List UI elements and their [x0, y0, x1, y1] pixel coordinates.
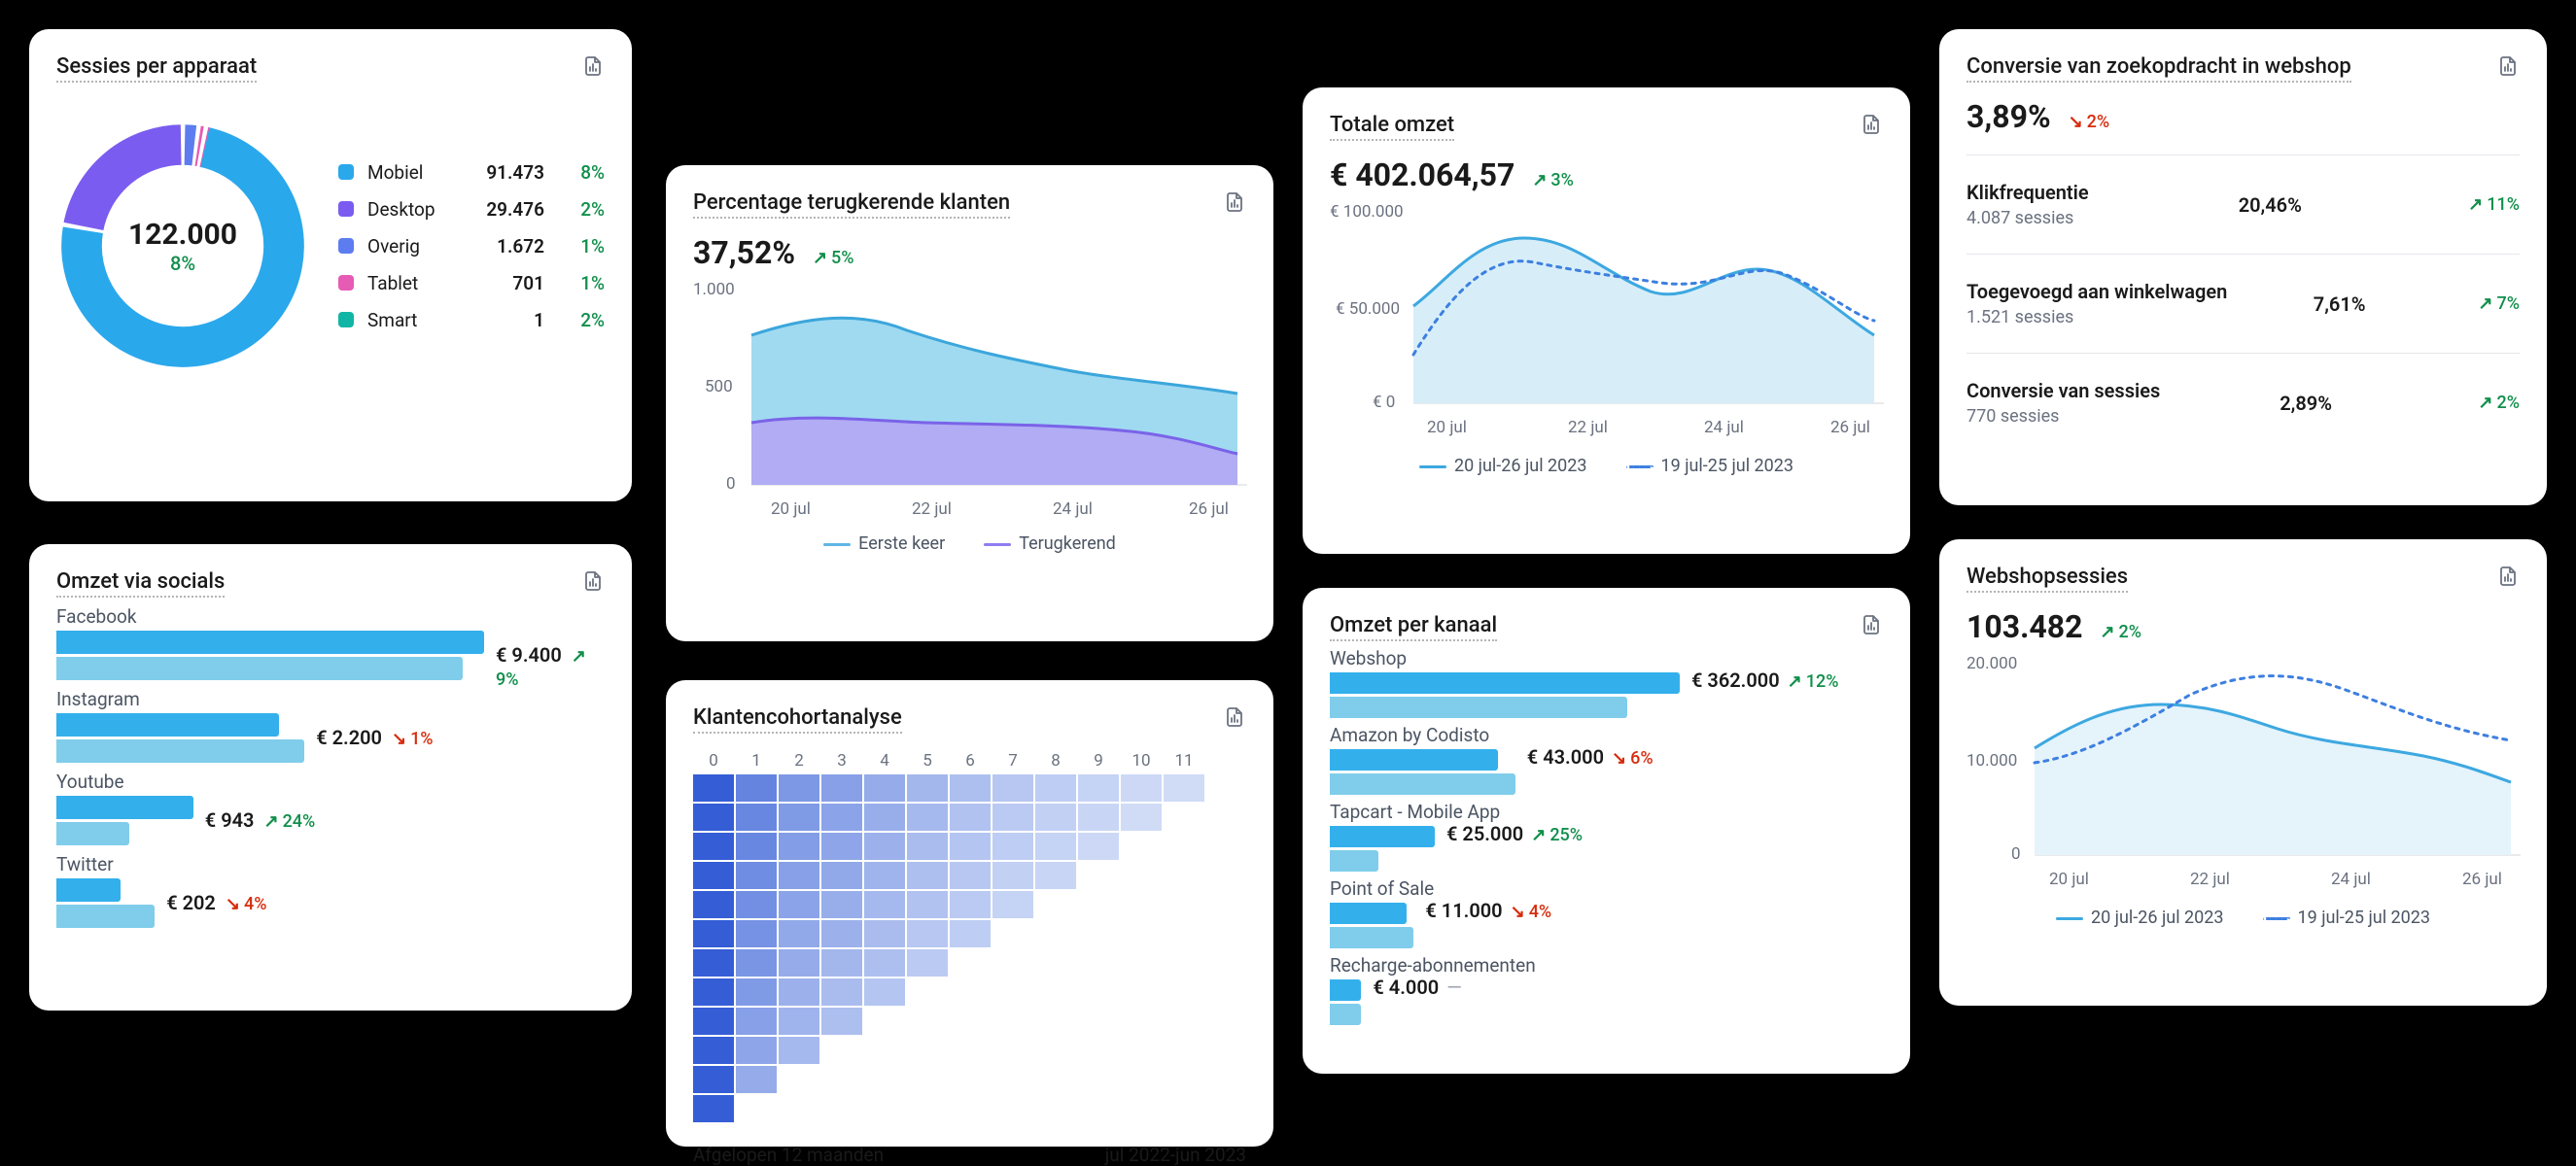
- sessions-delta: ↗2%: [2100, 622, 2141, 642]
- svg-text:24 jul: 24 jul: [1704, 418, 1744, 437]
- svg-text:22 jul: 22 jul: [2190, 870, 2230, 889]
- total-rev-chart: € 100.000 € 50.000 € 0 20 jul 22 jul 24 …: [1330, 199, 1884, 442]
- channel-row: Recharge-abonnementen € 4.000—: [1330, 954, 1883, 1025]
- device-total-pct: 8%: [170, 252, 195, 275]
- searchconv-big: 3,89%: [1967, 98, 2051, 135]
- device-legend-row: Smart 1 2%: [338, 301, 605, 338]
- channel-row: Webshop € 362.000↗12%: [1330, 647, 1883, 718]
- searchconv-rows: Klikfrequentie4.087 sessies 20,46% ↗11%T…: [1967, 154, 2520, 452]
- svg-text:24 jul: 24 jul: [1053, 499, 1093, 519]
- sessions-device-title: Sessies per apparaat: [56, 54, 257, 83]
- card-cohort: Klantencohortanalyse 01234567891011 Afge…: [666, 680, 1273, 1147]
- searchconv-row: Klikfrequentie4.087 sessies 20,46% ↗11%: [1967, 154, 2520, 254]
- svg-text:500: 500: [705, 377, 733, 396]
- sessions-legend: 20 jul-26 jul 2023 19 jul-25 jul 2023: [1967, 908, 2520, 928]
- searchconv-title: Conversie van zoekopdracht in webshop: [1967, 54, 2351, 83]
- card-returning-customers: Percentage terugkerende klanten 37,52% ↗…: [666, 165, 1273, 641]
- total-rev-legend: 20 jul-26 jul 2023 19 jul-25 jul 2023: [1330, 456, 1883, 476]
- returning-chart: 1.000 500 0 20 jul 22 jul 24 jul 26 jul: [693, 277, 1247, 520]
- total-rev-delta: ↗3%: [1532, 170, 1574, 190]
- card-sessions-per-device: Sessies per apparaat: [29, 29, 632, 501]
- socials-row: Facebook € 9.400↗9%: [56, 605, 605, 680]
- device-legend: Mobiel 91.473 8% Desktop 29.476 2% Overi…: [338, 154, 605, 338]
- svg-text:€ 50.000: € 50.000: [1336, 299, 1400, 319]
- svg-text:0: 0: [726, 474, 736, 494]
- svg-text:22 jul: 22 jul: [912, 499, 952, 519]
- cohort-title: Klantencohortanalyse: [693, 705, 902, 734]
- svg-text:20 jul: 20 jul: [2049, 870, 2089, 889]
- device-legend-row: Desktop 29.476 2%: [338, 190, 605, 227]
- svg-text:20 jul: 20 jul: [1427, 418, 1467, 437]
- svg-text:26 jul: 26 jul: [1189, 499, 1229, 519]
- report-icon[interactable]: [581, 569, 605, 593]
- socials-row: Twitter € 202↘4%: [56, 853, 605, 928]
- report-icon[interactable]: [1860, 613, 1883, 636]
- sessions-big: 103.482: [1967, 608, 2082, 645]
- device-total: 122.000: [128, 218, 237, 252]
- report-icon[interactable]: [1860, 113, 1883, 136]
- returning-delta: ↗5%: [813, 248, 854, 268]
- cohort-header: 01234567891011: [693, 751, 1246, 771]
- report-icon[interactable]: [2496, 565, 2520, 588]
- svg-text:22 jul: 22 jul: [1568, 418, 1608, 437]
- cohort-footer-right: jul 2022-jun 2023: [1105, 1144, 1246, 1166]
- returning-big: 37,52%: [693, 234, 795, 271]
- searchconv-delta: ↘2%: [2069, 112, 2110, 132]
- svg-text:24 jul: 24 jul: [2331, 870, 2371, 889]
- card-socials-revenue: Omzet via socials Facebook € 9.400↗9% Ins…: [29, 544, 632, 1011]
- sessions-chart: 20.000 10.000 0 20 jul 22 jul 24 jul 26 …: [1967, 651, 2521, 894]
- report-icon[interactable]: [2496, 54, 2520, 78]
- device-legend-row: Mobiel 91.473 8%: [338, 154, 605, 190]
- card-webshop-sessions: Webshopsessies 103.482 ↗2% 20.000 10.000…: [1939, 539, 2547, 1006]
- total-rev-title: Totale omzet: [1330, 113, 1454, 141]
- device-donut: 122.000 8%: [56, 120, 309, 372]
- channel-title: Omzet per kanaal: [1330, 613, 1497, 641]
- returning-title: Percentage terugkerende klanten: [693, 190, 1010, 219]
- sessions-title: Webshopsessies: [1967, 565, 2128, 593]
- device-legend-row: Overig 1.672 1%: [338, 227, 605, 264]
- cohort-footer-left: Afgelopen 12 maanden: [693, 1144, 884, 1166]
- channel-bars: Webshop € 362.000↗12%Amazon by Codisto €…: [1330, 647, 1883, 1025]
- channel-row: Tapcart - Mobile App € 25.000↗25%: [1330, 801, 1883, 872]
- socials-bars: Facebook € 9.400↗9% Instagram € 2.200↘1% Y…: [56, 605, 605, 928]
- socials-row: Youtube € 943↗24%: [56, 771, 605, 845]
- report-icon[interactable]: [1223, 705, 1246, 729]
- returning-legend: Eerste keer Terugkerend: [693, 533, 1246, 554]
- card-total-revenue: Totale omzet € 402.064,57 ↗3% € 100.000 …: [1303, 87, 1910, 554]
- searchconv-row: Toegevoegd aan winkelwagen1.521 sessies …: [1967, 254, 2520, 353]
- svg-text:20.000: 20.000: [1967, 654, 2017, 673]
- svg-text:1.000: 1.000: [693, 280, 735, 299]
- device-legend-row: Tablet 701 1%: [338, 264, 605, 301]
- total-rev-big: € 402.064,57: [1330, 156, 1514, 193]
- svg-text:10.000: 10.000: [1967, 751, 2017, 771]
- svg-text:0: 0: [2011, 844, 2021, 864]
- report-icon[interactable]: [1223, 190, 1246, 214]
- svg-text:20 jul: 20 jul: [771, 499, 811, 519]
- searchconv-row: Conversie van sessies770 sessies 2,89% ↗…: [1967, 353, 2520, 452]
- svg-text:26 jul: 26 jul: [2462, 870, 2502, 889]
- report-icon[interactable]: [581, 54, 605, 78]
- svg-text:26 jul: 26 jul: [1830, 418, 1870, 437]
- cohort-heatmap: [693, 774, 1246, 1122]
- card-channel-revenue: Omzet per kanaal Webshop € 362.000↗12%Am…: [1303, 588, 1910, 1074]
- svg-text:€ 0: € 0: [1373, 393, 1395, 412]
- socials-row: Instagram € 2.200↘1%: [56, 688, 605, 763]
- socials-title: Omzet via socials: [56, 569, 225, 598]
- channel-row: Point of Sale € 11.000↘4%: [1330, 877, 1883, 948]
- svg-text:€ 100.000: € 100.000: [1330, 202, 1404, 222]
- channel-row: Amazon by Codisto € 43.000↘6%: [1330, 724, 1883, 795]
- card-search-conversion: Conversie van zoekopdracht in webshop 3,…: [1939, 29, 2547, 505]
